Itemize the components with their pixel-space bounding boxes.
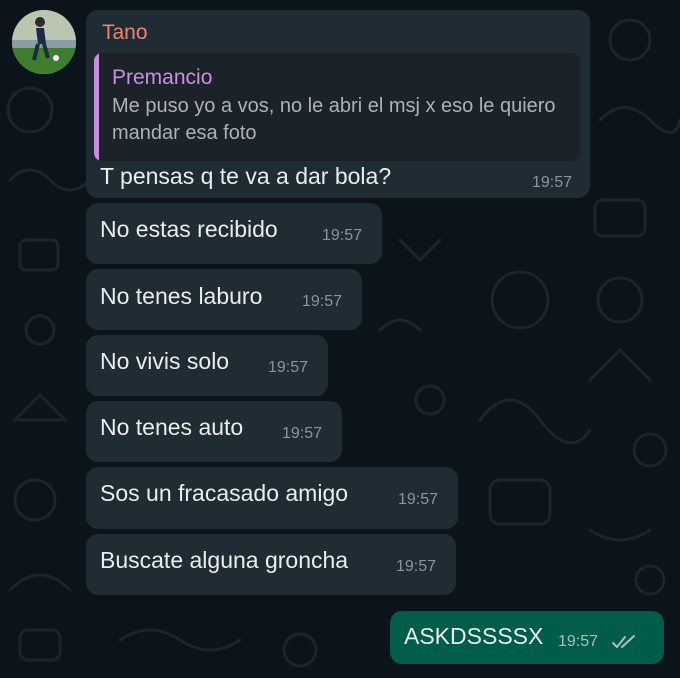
message-text: No vivis solo	[100, 348, 230, 374]
message-time: 19:57	[532, 174, 573, 191]
message-text: ASKDSSSSX	[404, 623, 544, 649]
message-bubble[interactable]: Tano Premancio Me puso yo a vos, no le a…	[86, 10, 590, 198]
message-time: 19:57	[268, 359, 309, 376]
message-text: No tenes auto	[100, 414, 244, 440]
message-text: No estas recibido	[100, 216, 278, 242]
avatar-photo-icon	[12, 10, 76, 74]
quoted-text: Me puso yo a vos, no le abri el msj x es…	[112, 95, 556, 144]
message-time: 19:57	[322, 227, 363, 244]
message-bubble[interactable]: No tenes auto 19:57	[86, 401, 342, 462]
message-time: 19:57	[398, 491, 439, 508]
message-time: 19:57	[396, 558, 437, 575]
quoted-author: Premancio	[112, 66, 213, 89]
message-text: T pensas q te va a dar bola?	[100, 163, 392, 189]
message-time: 19:57	[302, 293, 343, 310]
message-bubble[interactable]: Buscate alguna groncha 19:57	[86, 534, 456, 595]
message-time: 19:57	[558, 633, 599, 650]
double-check-icon	[612, 635, 635, 648]
message-bubble[interactable]: Sos un fracasado amigo 19:57	[86, 467, 458, 529]
message-text: No tenes laburo	[100, 283, 263, 309]
sender-name[interactable]: Tano	[102, 20, 148, 46]
message-bubble[interactable]: No tenes laburo 19:57	[86, 269, 362, 330]
message-text: Buscate alguna groncha	[100, 547, 349, 573]
quoted-message[interactable]: Premancio Me puso yo a vos, no le abri e…	[94, 53, 580, 161]
outgoing-message-bubble[interactable]: ASKDSSSSX 19:57	[390, 611, 664, 664]
message-bubble[interactable]: No vivis solo 19:57	[86, 335, 328, 396]
message-time: 19:57	[282, 425, 323, 442]
avatar[interactable]	[12, 10, 76, 74]
message-text: Sos un fracasado amigo	[100, 480, 349, 506]
quote-accent-bar	[94, 53, 99, 161]
message-bubble[interactable]: No estas recibido 19:57	[86, 203, 382, 264]
